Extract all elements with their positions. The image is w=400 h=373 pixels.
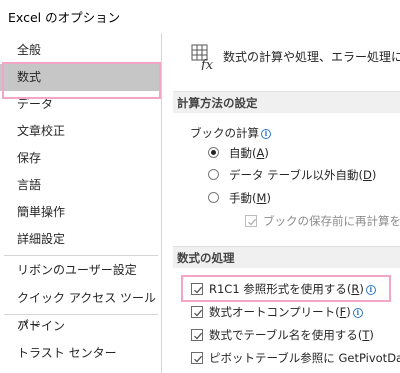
radio-automatic-except-tables-label[interactable]: データ テーブル以外自動(D) bbox=[229, 167, 376, 183]
use-table-names-label[interactable]: 数式でテーブル名を使用する(T) bbox=[209, 327, 374, 343]
radio-automatic-except-tables[interactable] bbox=[208, 169, 219, 180]
nav-item-accessibility[interactable]: 簡単操作 bbox=[0, 199, 161, 226]
nav-item-proofing[interactable]: 文章校正 bbox=[0, 118, 161, 145]
accesskey: A bbox=[256, 146, 265, 160]
selected-nav-highlight bbox=[2, 62, 161, 99]
checkmark-icon bbox=[194, 332, 203, 340]
accesskey: T bbox=[362, 328, 370, 342]
title-bar: Excel のオプション bbox=[0, 0, 400, 33]
checkbox-use-table-names[interactable] bbox=[191, 329, 203, 341]
accesskey: F bbox=[339, 305, 347, 319]
formula-autocomplete-label[interactable]: 数式オートコンプリート(F) i bbox=[209, 304, 363, 320]
getpivotdata-label[interactable]: ピボットテーブル参照に GetPivotData bbox=[209, 350, 400, 366]
nav-item-customize-ribbon[interactable]: リボンのユーザー設定 bbox=[0, 257, 161, 284]
svg-text:fx: fx bbox=[200, 58, 214, 70]
radio-manual-text: 手動 bbox=[229, 191, 252, 205]
radio-automatic-label[interactable]: 自動(A) bbox=[229, 145, 269, 161]
nav-item-general[interactable]: 全般 bbox=[0, 37, 161, 64]
checkbox-formula-autocomplete[interactable] bbox=[191, 306, 203, 318]
nav-item-advanced[interactable]: 詳細設定 bbox=[0, 226, 161, 253]
nav-item-language[interactable]: 言語 bbox=[0, 172, 161, 199]
section-calculation-options: 計算方法の設定 bbox=[173, 91, 400, 113]
recalc-before-save-label: ブックの保存前に再計算を行 bbox=[263, 214, 400, 228]
section-working-with-formulas: 数式の処理 bbox=[173, 246, 400, 268]
checkbox-recalc-before-save[interactable] bbox=[245, 215, 257, 227]
window-title: Excel のオプション bbox=[8, 10, 121, 25]
radio-manual[interactable] bbox=[208, 192, 219, 203]
checkbox-getpivotdata[interactable] bbox=[191, 352, 203, 364]
header-description: 数式の計算や処理、エラー処理に bbox=[223, 50, 400, 64]
checkmark-icon bbox=[194, 309, 203, 317]
checkmark-icon bbox=[194, 355, 203, 363]
radio-automatic-text: 自動 bbox=[229, 146, 252, 160]
info-icon[interactable]: i bbox=[261, 129, 271, 139]
fx-grid-icon: fx bbox=[191, 44, 214, 70]
formulas-panel: fx 数式の計算や処理、エラー処理に 計算方法の設定 ブックの計算 i 自動(A)… bbox=[163, 33, 400, 373]
checkmark-icon bbox=[248, 218, 257, 226]
nav-item-save[interactable]: 保存 bbox=[0, 145, 161, 172]
radio-automatic[interactable] bbox=[208, 147, 219, 158]
nav-item-addins[interactable]: アドイン bbox=[0, 313, 161, 340]
workbook-calc-text: ブックの計算 bbox=[190, 126, 259, 140]
accesskey: D bbox=[362, 168, 372, 182]
r1c1-option-highlight bbox=[181, 275, 391, 302]
nav-separator bbox=[4, 255, 158, 256]
nav-item-trust-center[interactable]: トラスト センター bbox=[0, 340, 161, 367]
radio-manual-label[interactable]: 手動(M) bbox=[229, 190, 271, 206]
nav-item-quick-access-toolbar[interactable]: クイック アクセス ツール バー bbox=[0, 285, 161, 332]
table-names-text: 数式でテーブル名を使用する bbox=[209, 328, 358, 342]
autocomplete-text: 数式オートコンプリート bbox=[209, 305, 336, 319]
info-icon[interactable]: i bbox=[352, 308, 363, 318]
workbook-calc-label: ブックの計算 i bbox=[190, 125, 271, 141]
accesskey: M bbox=[256, 191, 267, 205]
radio-automatic-except-tables-text: データ テーブル以外自動 bbox=[229, 168, 359, 182]
